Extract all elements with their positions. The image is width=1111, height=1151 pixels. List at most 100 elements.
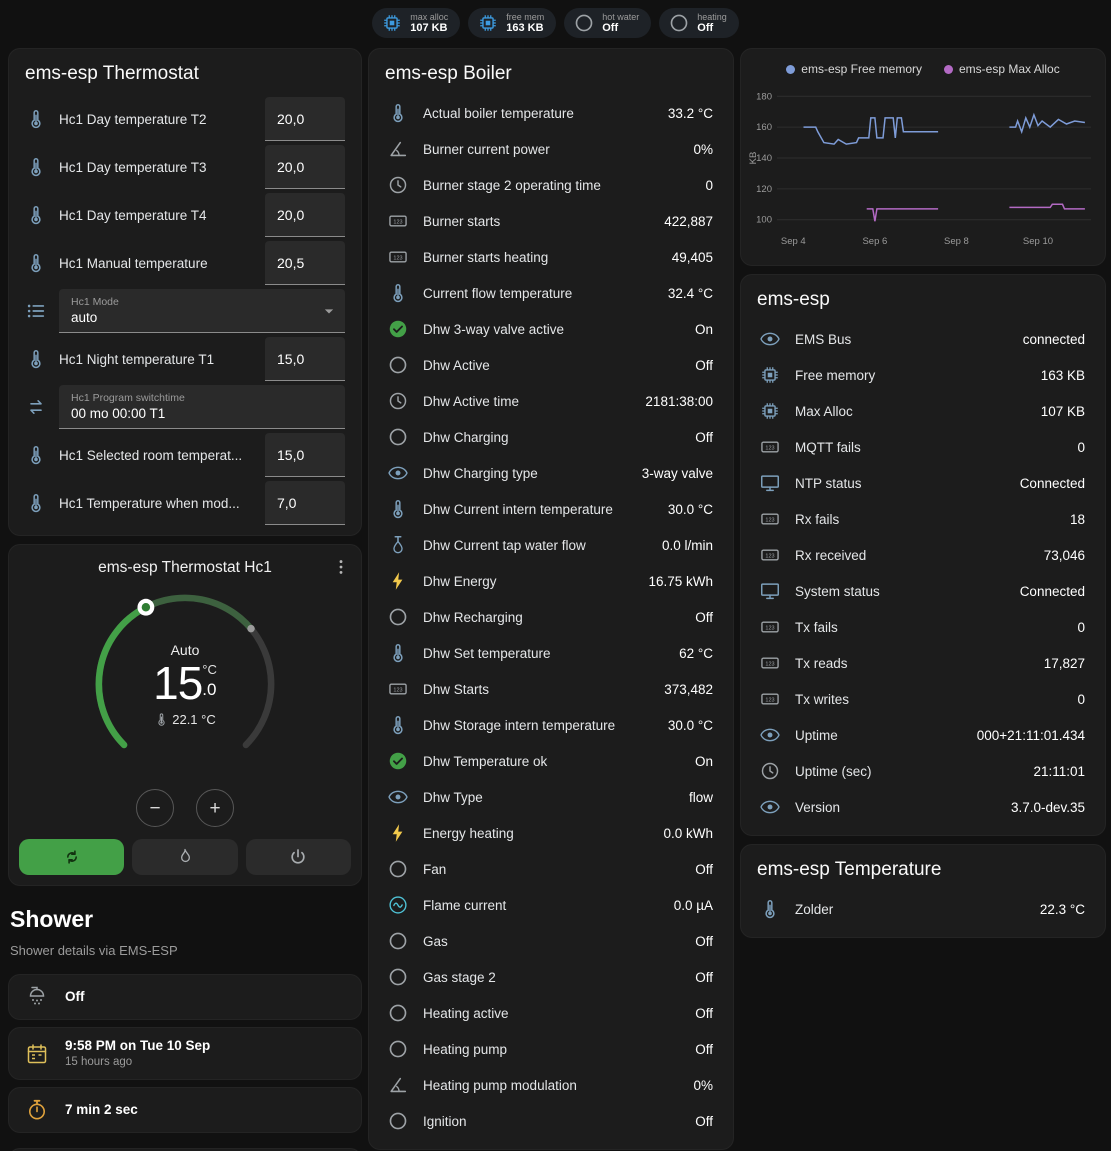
legend-item[interactable]: ems-esp Max Alloc: [944, 62, 1060, 76]
entity-row[interactable]: Actual boiler temperature 33.2 °C: [369, 95, 733, 131]
badge-value: 163 KB: [506, 22, 544, 35]
entity-row[interactable]: Heating active Off: [369, 995, 733, 1031]
entity-value: 3.7.0-dev.35: [1011, 800, 1085, 815]
entity-row[interactable]: Ignition Off: [369, 1103, 733, 1139]
entity-label: Burner starts heating: [423, 250, 658, 265]
entity-row[interactable]: 123 Rx fails 18: [741, 501, 1105, 537]
status-badge[interactable]: heating Off: [659, 8, 739, 38]
entity-row[interactable]: Dhw Current tap water flow 0.0 l/min: [369, 527, 733, 563]
entity-row[interactable]: Fan Off: [369, 851, 733, 887]
circle-icon: [387, 606, 409, 628]
entity-row[interactable]: 123 Rx received 73,046: [741, 537, 1105, 573]
mode-auto-button[interactable]: [19, 839, 124, 875]
entity-label: Dhw Charging: [423, 430, 681, 445]
entity-row[interactable]: EMS Bus connected: [741, 321, 1105, 357]
svg-text:Sep 6: Sep 6: [862, 236, 887, 247]
entity-row[interactable]: Burner stage 2 operating time 0: [369, 167, 733, 203]
entity-row[interactable]: Gas Off: [369, 923, 733, 959]
entity-row[interactable]: Energy heating 0.0 kWh: [369, 815, 733, 851]
counter-icon: 123: [759, 616, 781, 638]
eye-icon: [759, 796, 781, 818]
entity-value: 18: [1070, 512, 1085, 527]
entity-row[interactable]: Dhw Type flow: [369, 779, 733, 815]
entity-row[interactable]: Dhw 3-way valve active On: [369, 311, 733, 347]
entity-row[interactable]: Version 3.7.0-dev.35: [741, 789, 1105, 825]
number-input[interactable]: 7,0: [265, 481, 345, 525]
entity-row[interactable]: Burner current power 0%: [369, 131, 733, 167]
entity-label: Burner starts: [423, 214, 650, 229]
decrease-temp-button[interactable]: −: [136, 789, 174, 827]
entity-row[interactable]: Current flow temperature 32.4 °C: [369, 275, 733, 311]
entity-row[interactable]: 123 MQTT fails 0: [741, 429, 1105, 465]
eye-icon: [759, 328, 781, 350]
clock-icon: [759, 760, 781, 782]
entity-value: Off: [695, 1006, 713, 1021]
memory-icon: [759, 400, 781, 422]
number-input[interactable]: 20,5: [265, 241, 345, 285]
increase-temp-button[interactable]: +: [196, 789, 234, 827]
entity-row[interactable]: Dhw Temperature ok On: [369, 743, 733, 779]
entity-row[interactable]: 123 Burner starts 422,887: [369, 203, 733, 239]
entity-row[interactable]: Dhw Active time 2181:38:00: [369, 383, 733, 419]
entity-row[interactable]: Free memory 163 KB: [741, 357, 1105, 393]
entity-value: 163 KB: [1041, 368, 1085, 383]
entity-row[interactable]: Uptime 000+21:11:01.434: [741, 717, 1105, 753]
entity-row[interactable]: Dhw Active Off: [369, 347, 733, 383]
entity-row[interactable]: Heating pump Off: [369, 1031, 733, 1067]
number-input[interactable]: 15,0: [265, 433, 345, 477]
entity-row[interactable]: 123 Dhw Starts 373,482: [369, 671, 733, 707]
section-title: Shower: [10, 906, 360, 933]
angle-icon: [387, 138, 409, 160]
entity-row[interactable]: 123 Tx writes 0: [741, 681, 1105, 717]
shower-row[interactable]: Off: [8, 974, 362, 1020]
entity-value: 0: [1077, 620, 1085, 635]
number-input[interactable]: 20,0: [265, 145, 345, 189]
shower-row[interactable]: 9:58 PM on Tue 10 Sep 15 hours ago: [8, 1027, 362, 1080]
mode-off-button[interactable]: [246, 839, 351, 875]
entity-label: Rx received: [795, 548, 1030, 563]
entity-row[interactable]: Dhw Storage intern temperature 30.0 °C: [369, 707, 733, 743]
thermometer-icon: [25, 444, 49, 466]
legend-item[interactable]: ems-esp Free memory: [786, 62, 922, 76]
entity-row[interactable]: Dhw Charging type 3-way valve: [369, 455, 733, 491]
entity-label: Dhw Temperature ok: [423, 754, 681, 769]
entity-value: 0.0 µA: [674, 898, 713, 913]
shower-row[interactable]: 7 min 2 sec: [8, 1087, 362, 1133]
entity-row[interactable]: Dhw Recharging Off: [369, 599, 733, 635]
status-badge[interactable]: free mem 163 KB: [468, 8, 556, 38]
entity-row[interactable]: Uptime (sec) 21:11:01: [741, 753, 1105, 789]
number-input[interactable]: 15,0: [265, 337, 345, 381]
entity-value: On: [695, 754, 713, 769]
entity-row[interactable]: Dhw Charging Off: [369, 419, 733, 455]
entity-value: 22.3 °C: [1040, 902, 1085, 917]
status-badge[interactable]: max alloc 107 KB: [372, 8, 460, 38]
entity-row[interactable]: Dhw Energy 16.75 kWh: [369, 563, 733, 599]
calendar-icon: [25, 1042, 49, 1066]
entity-row[interactable]: Zolder 22.3 °C: [741, 891, 1105, 927]
line-chart[interactable]: 100120140160180Sep 4Sep 6Sep 8Sep 10KB: [747, 81, 1099, 253]
entity-label: Uptime (sec): [795, 764, 1019, 779]
entity-row[interactable]: Gas stage 2 Off: [369, 959, 733, 995]
switchtime-input[interactable]: Hc1 Program switchtime 00 mo 00:00 T1: [59, 385, 345, 429]
entity-row[interactable]: NTP status Connected: [741, 465, 1105, 501]
mode-select[interactable]: Hc1 Mode auto: [59, 289, 345, 333]
entity-row[interactable]: System status Connected: [741, 573, 1105, 609]
entity-row[interactable]: Flame current 0.0 µA: [369, 887, 733, 923]
more-menu-icon[interactable]: [331, 557, 351, 577]
entity-label: Fan: [423, 862, 681, 877]
thermostat-dial[interactable]: Auto 15 °C .0 22.1 °C: [82, 581, 288, 787]
entity-row[interactable]: 123 Tx fails 0: [741, 609, 1105, 645]
mode-heat-button[interactable]: [132, 839, 237, 875]
entity-row[interactable]: Heating pump modulation 0%: [369, 1067, 733, 1103]
number-input[interactable]: 20,0: [265, 97, 345, 141]
entity-row[interactable]: Dhw Current intern temperature 30.0 °C: [369, 491, 733, 527]
entity-row[interactable]: 123 Burner starts heating 49,405: [369, 239, 733, 275]
entity-row[interactable]: Dhw Set temperature 62 °C: [369, 635, 733, 671]
status-badge[interactable]: hot water Off: [564, 8, 651, 38]
entity-row[interactable]: 123 Tx reads 17,827: [741, 645, 1105, 681]
number-input[interactable]: 20,0: [265, 193, 345, 237]
entity-value: 32.4 °C: [668, 286, 713, 301]
entity-label: Burner current power: [423, 142, 679, 157]
entity-row[interactable]: Max Alloc 107 KB: [741, 393, 1105, 429]
entity-value: 0: [1077, 440, 1085, 455]
